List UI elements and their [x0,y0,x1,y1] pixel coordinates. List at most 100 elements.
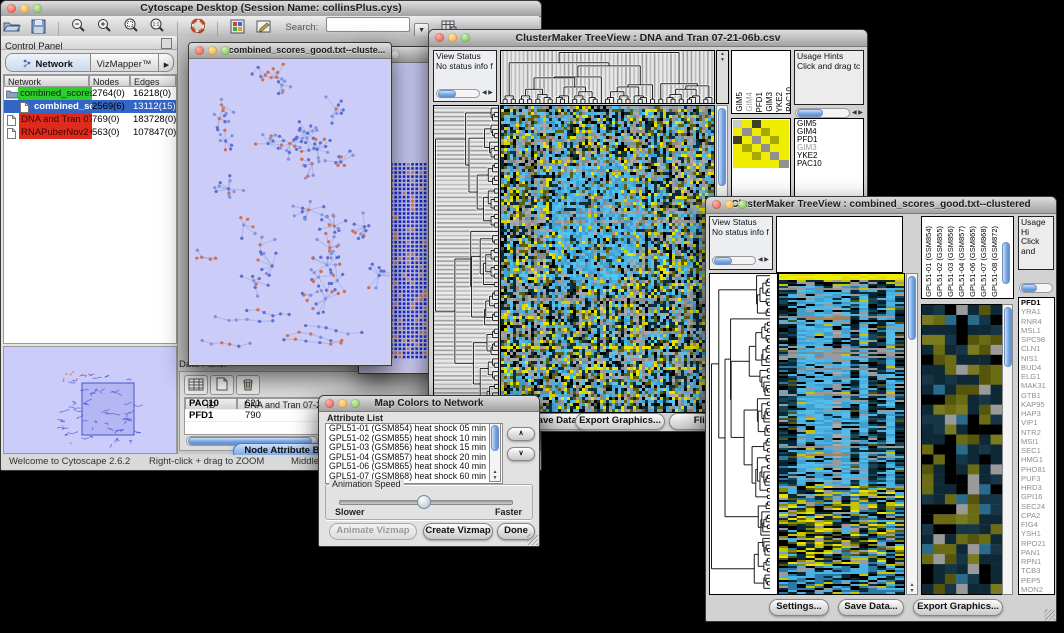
gene-label[interactable]: MAK31 [1021,381,1054,390]
close-icon[interactable] [435,33,444,42]
view-status-scrollbar[interactable] [436,89,480,98]
zoom-out-icon[interactable] [67,18,89,36]
detail-heatmap[interactable] [921,304,1003,595]
tab-overflow-button[interactable]: ▶ [158,54,174,71]
gene-label[interactable]: HMG1 [1021,455,1054,464]
close-icon[interactable] [7,4,16,13]
gene-label[interactable]: SEC24 [1021,502,1054,511]
view-status-scrollbar[interactable] [712,256,756,265]
gene-label[interactable]: RPO21 [1021,539,1054,548]
attribute-list-item[interactable]: GPL51-01 (GSM854) heat shock 05 min [326,424,502,434]
tree-arrow-strip[interactable]: ▲▼ [716,50,729,104]
attribute-list-item[interactable]: GPL51-06 (GSM865) heat shock 40 min [326,462,502,472]
gene-label[interactable]: MSI1 [1021,437,1054,446]
network-list-row[interactable]: RNAPuberNov2+563(0)107847(0) [4,126,176,139]
gene-label[interactable]: NTR2 [1021,428,1054,437]
zoom-window-icon[interactable] [351,399,360,408]
detail-vscrollbar[interactable] [1002,304,1013,595]
float-panel-icon[interactable] [161,38,172,49]
gene-label[interactable]: KAP95 [1021,400,1054,409]
heatmap2-vscrollbar[interactable]: ▲▼ [906,273,918,595]
create-vizmap-button[interactable]: Create Vizmap [423,523,493,540]
network-canvas-1[interactable] [190,59,390,364]
network-list-row[interactable]: combined_sco2569(6)13112(15) [4,100,176,113]
save-icon[interactable] [27,19,49,37]
gene-label[interactable]: MON2 [1021,585,1054,594]
column-header-network[interactable]: Network [4,75,89,87]
search-input[interactable] [326,17,410,32]
settings--button[interactable]: Settings... [769,599,829,616]
zoom-window-icon[interactable] [33,4,42,13]
vizmapper-icon[interactable] [227,19,249,37]
row-dendrogram-2[interactable] [709,273,778,595]
zoom-window-icon[interactable] [461,33,470,42]
attribute-list-item[interactable]: GPL51-04 (GSM857) heat shock 20 min [326,453,502,463]
window-controls[interactable] [7,4,42,13]
save-data--button[interactable]: Save Data... [838,599,904,616]
heatmap-2[interactable] [778,273,905,595]
animation-slider-thumb[interactable] [417,495,431,509]
birds-eye-view[interactable] [4,347,174,451]
gene-label[interactable]: RNR4 [1021,317,1054,326]
row-dendrogram-1[interactable] [433,105,499,413]
tab-network[interactable]: Network [6,54,91,71]
zoom-fit-icon[interactable]: 1:1 [147,18,169,36]
annotation-icon[interactable] [253,19,275,37]
export-graphics--button[interactable]: Export Graphics... [575,413,665,430]
network-list-row[interactable]: DNA and Tran 07769(0)183728(0) [4,113,176,126]
help-ring-icon[interactable] [187,18,209,36]
network-list-row[interactable]: combined_scores2764(0)16218(0) [4,87,176,100]
gene-label[interactable]: PEP5 [1021,576,1054,585]
delete-attribute-icon[interactable] [236,375,260,395]
gene-label[interactable]: BUD4 [1021,363,1054,372]
gene-label[interactable]: FIG4 [1021,520,1054,529]
gene-label[interactable]: HRD3 [1021,483,1054,492]
gene-label[interactable]: NIS1 [1021,354,1054,363]
gene-label[interactable]: MSL1 [1021,326,1054,335]
minimize-icon[interactable] [448,33,457,42]
gene-label[interactable]: PHO81 [1021,465,1054,474]
gene-label[interactable]: PUF3 [1021,474,1054,483]
zoom-window-icon[interactable] [391,50,400,59]
open-file-icon[interactable] [1,19,23,37]
gene-label[interactable]: YSH1 [1021,529,1054,538]
minimize-icon[interactable] [208,46,217,55]
minimize-icon[interactable] [725,200,734,209]
gene-list-panel[interactable]: PFD1YRA1RNR4MSL1SPC98CLN1NIS1BUD4ELG1MAK… [1018,297,1055,595]
attribute-list-item[interactable]: GPL51-03 (GSM856) heat shock 15 min [326,443,502,453]
column-labels-vscrollbar[interactable] [1001,242,1012,297]
attribute-list-vscrollbar[interactable]: ▲▼ [489,423,501,482]
zoom-window-icon[interactable] [221,46,230,55]
column-dendrogram-1[interactable] [500,50,715,104]
data-table-icon[interactable] [184,375,208,395]
gene-label[interactable]: ELG1 [1021,372,1054,381]
move-up-button[interactable]: ∧ [507,427,535,441]
attribute-list[interactable]: GPL51-01 (GSM854) heat shock 05 minGPL51… [325,423,503,484]
zoom-selected-icon[interactable] [120,18,142,36]
move-down-button[interactable]: ∨ [507,447,535,461]
gene-label[interactable]: HAP3 [1021,409,1054,418]
minimize-icon[interactable] [338,399,347,408]
gene-label[interactable]: CLN1 [1021,344,1054,353]
heatmap-1[interactable] [500,105,715,413]
usage-hints-scrollbar[interactable] [795,108,850,118]
gene-label[interactable]: PFD1 [1021,298,1054,307]
gene-label[interactable]: SPC98 [1021,335,1054,344]
tab-vizmapper[interactable]: VizMapper™ [90,54,158,71]
gene-label[interactable]: PAN1 [1021,548,1054,557]
minimize-icon[interactable] [20,4,29,13]
new-attribute-icon[interactable] [210,375,234,395]
gene-label[interactable]: SEC1 [1021,446,1054,455]
gene-label[interactable]: VIP1 [1021,418,1054,427]
column-header-edges[interactable]: Edges [130,75,176,87]
zoom-window-icon[interactable] [738,200,747,209]
gene-label[interactable]: YRA1 [1021,307,1054,316]
close-icon[interactable] [195,46,204,55]
gene-label[interactable]: CPA2 [1021,511,1054,520]
close-icon[interactable] [325,399,334,408]
gene-label[interactable]: GTB1 [1021,391,1054,400]
attribute-list-item[interactable]: GPL51-02 (GSM855) heat shock 10 min [326,434,502,444]
usage-hints-scrollbar[interactable] [1019,283,1053,293]
gene-label[interactable]: RPN1 [1021,557,1054,566]
main-titlebar[interactable]: Cytoscape Desktop (Session Name: collins… [1,1,541,17]
